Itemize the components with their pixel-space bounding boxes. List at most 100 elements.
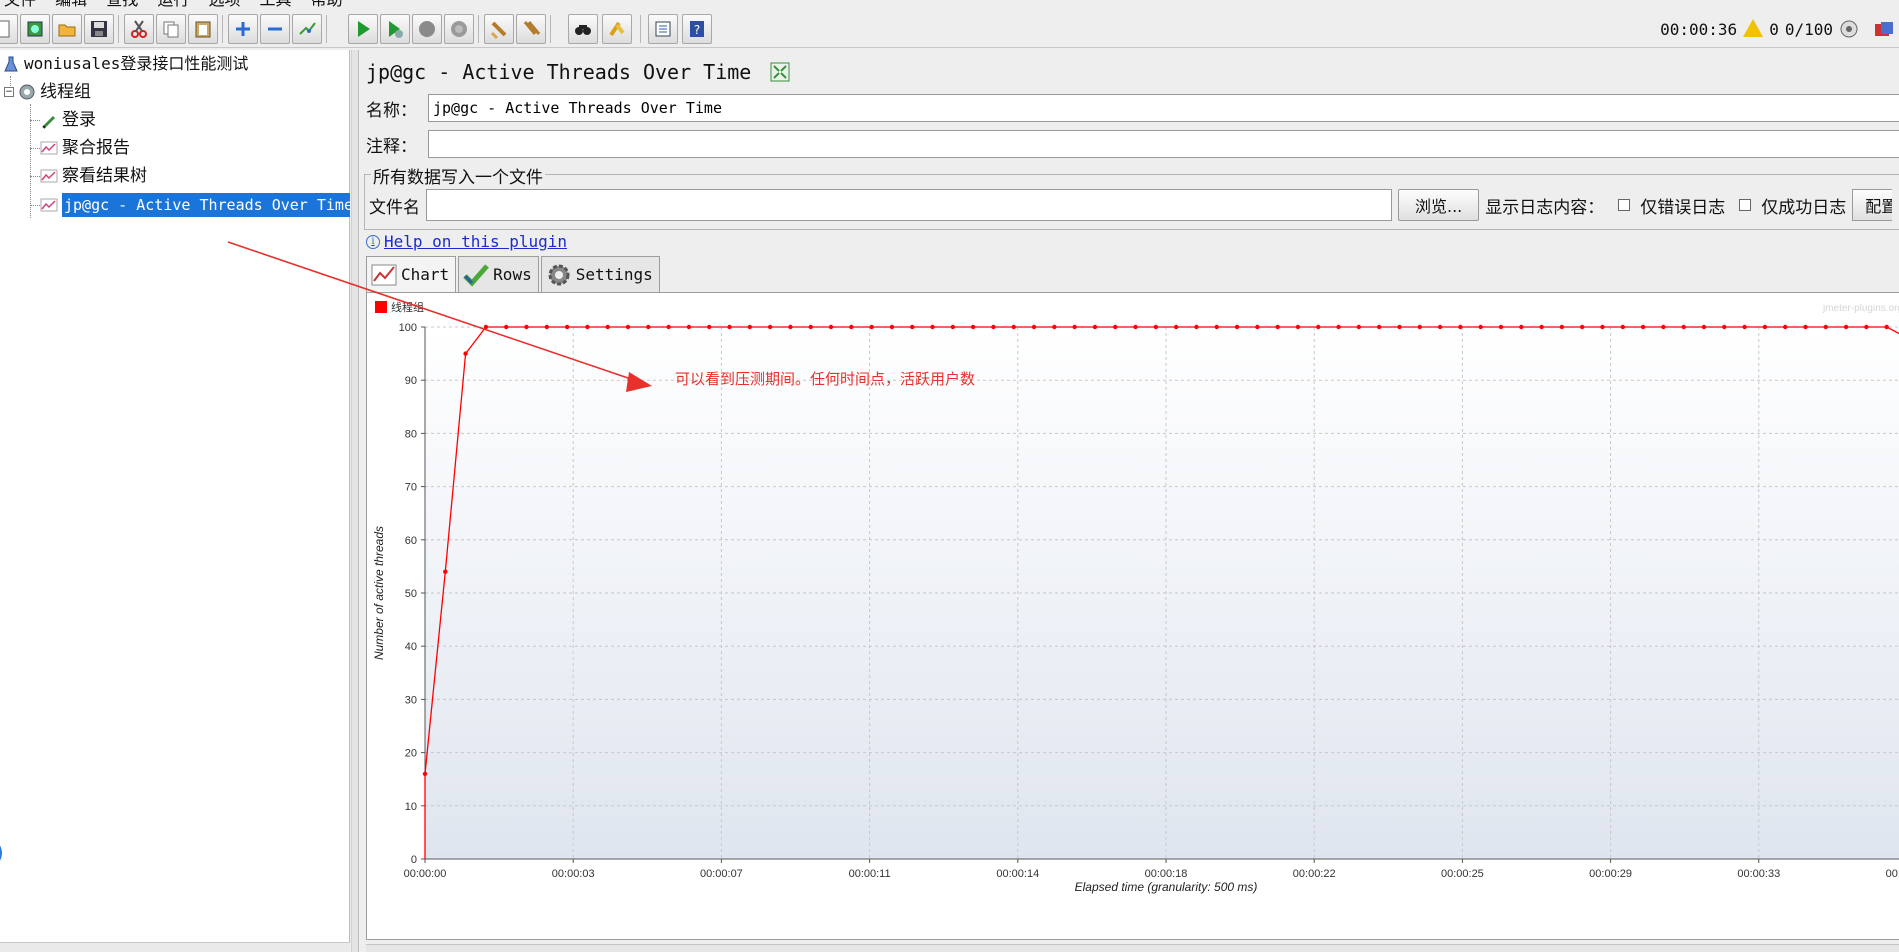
data-point (605, 324, 610, 330)
templates-button[interactable] (20, 14, 50, 44)
start-no-pause-button[interactable] (380, 14, 410, 44)
x-tick-label: 00:00:36 (1886, 868, 1899, 880)
search-button[interactable] (568, 14, 598, 44)
data-point (1843, 324, 1849, 330)
success-only-checkbox[interactable] (1739, 199, 1752, 211)
name-input[interactable] (428, 94, 1899, 122)
checkmark-icon (463, 263, 490, 287)
menu-edit[interactable]: 编辑 (55, 0, 87, 9)
warning-icon (1743, 19, 1764, 37)
panel-horizontal-scrollbar[interactable] (366, 944, 1899, 952)
data-point (1559, 324, 1565, 330)
data-point (1722, 324, 1727, 330)
data-point (686, 324, 692, 330)
browse-button[interactable]: 浏览... (1398, 189, 1480, 221)
menu-search[interactable]: 查找 (106, 0, 138, 9)
data-point (950, 324, 956, 330)
collapse-toggle-icon[interactable]: − (4, 87, 14, 97)
copy-button[interactable] (156, 14, 186, 44)
help-link-text[interactable]: Help on this plugin (384, 232, 567, 251)
data-point (1498, 324, 1504, 330)
data-point (544, 324, 550, 330)
remote-icon[interactable] (1839, 19, 1859, 39)
expand-button[interactable] (228, 14, 258, 44)
toolbar: ? 00:00:36 0 0/100 (0, 10, 1899, 48)
x-tick-label: 00:00:14 (996, 868, 1039, 880)
save-button[interactable] (84, 14, 114, 44)
menu-run[interactable]: 运行 (157, 0, 189, 9)
data-point (727, 324, 732, 330)
legend-label: 线程组 (391, 300, 424, 314)
filename-input[interactable] (426, 189, 1392, 221)
data-point (1782, 324, 1788, 330)
tree-item-label: 察看结果树 (62, 166, 147, 186)
data-point (1823, 324, 1828, 330)
data-point (564, 324, 570, 330)
tree-item-thread-group[interactable]: − 线程组 (4, 80, 91, 104)
start-button[interactable] (348, 14, 378, 44)
paste-icon (195, 21, 211, 38)
tab-settings[interactable]: Settings (540, 256, 660, 292)
configure-button[interactable]: 配置 (1852, 189, 1893, 221)
gear-icon (19, 84, 35, 100)
open-button[interactable] (52, 14, 82, 44)
tree-item-login[interactable]: 登录 (40, 108, 96, 132)
panel-header: jp@gc - Active Threads Over Time (366, 60, 791, 84)
menubar: 文件 编辑 查找 运行 选项 工具 帮助 (0, 0, 1899, 10)
name-row: 名称： (366, 94, 1899, 122)
log-viewer-icon[interactable] (1873, 20, 1895, 40)
tree-item-aggregate-report[interactable]: 聚合报告 (40, 136, 130, 160)
data-point (1701, 324, 1707, 330)
stop-icon (419, 21, 435, 37)
help-link[interactable]: i Help on this plugin (366, 232, 567, 251)
help-button[interactable]: ? (682, 14, 712, 44)
error-count: 0 (1769, 19, 1779, 39)
tree-item-test-plan[interactable]: woniusales登录接口性能测试 (2, 52, 248, 76)
menu-help[interactable]: 帮助 (311, 0, 343, 9)
expand-panel-icon[interactable] (769, 61, 791, 83)
toggle-button[interactable] (292, 14, 322, 44)
name-label: 名称： (366, 100, 417, 121)
tree-item-results-tree[interactable]: 察看结果树 (40, 164, 147, 188)
stop-button[interactable] (412, 14, 442, 44)
tab-label: Rows (493, 265, 532, 284)
reset-search-button[interactable] (602, 14, 632, 44)
collapse-icon (268, 27, 282, 31)
data-point (1194, 324, 1199, 330)
tree-horizontal-scrollbar[interactable] (0, 942, 350, 952)
data-point (1884, 324, 1889, 330)
data-point (1356, 324, 1362, 330)
data-point (747, 324, 753, 330)
menu-tools[interactable]: 工具 (260, 0, 292, 9)
menu-options[interactable]: 选项 (208, 0, 240, 9)
data-point (1661, 324, 1666, 330)
data-point (930, 324, 935, 330)
reset-search-icon (609, 21, 625, 37)
comment-input[interactable] (428, 130, 1899, 158)
new-button[interactable] (0, 14, 18, 44)
split-pane-divider[interactable] (351, 50, 359, 952)
collapse-button[interactable] (260, 14, 290, 44)
data-point (1336, 324, 1341, 330)
tree-item-label: 登录 (62, 110, 96, 130)
chart-icon (371, 264, 397, 285)
data-point (1600, 324, 1605, 330)
errors-only-checkbox[interactable] (1618, 199, 1631, 211)
data-point (1072, 324, 1077, 330)
shutdown-button[interactable] (444, 14, 474, 44)
tab-rows[interactable]: Rows (458, 256, 539, 292)
data-point (1234, 324, 1240, 330)
cut-button[interactable] (124, 14, 154, 44)
tab-chart[interactable]: Chart (366, 256, 457, 292)
comment-row: 注释： (366, 130, 1899, 158)
tree-item-active-threads[interactable]: jp@gc - Active Threads Over Time (40, 193, 350, 217)
data-point (991, 324, 996, 330)
function-helper-button[interactable] (648, 14, 678, 44)
paste-button[interactable] (188, 14, 218, 44)
data-point (463, 351, 468, 356)
menu-file[interactable]: 文件 (4, 0, 36, 9)
data-point (1458, 324, 1463, 330)
clear-all-button[interactable] (516, 14, 546, 44)
x-tick-label: 00:00:00 (404, 868, 447, 880)
clear-button[interactable] (484, 14, 514, 44)
